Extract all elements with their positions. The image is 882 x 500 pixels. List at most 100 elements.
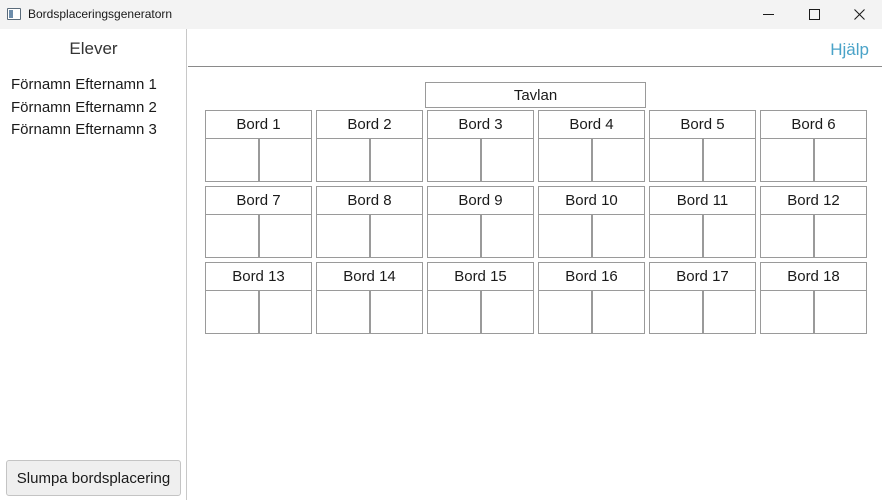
seat-slot[interactable] [368,215,423,257]
desk-seats [761,215,866,257]
maximize-icon [808,9,820,20]
seat-slot[interactable] [701,215,756,257]
desk-grid: Bord 1 Bord 2 Bord 3 Bord 4 Bord 5 Bord 6 Bord… [205,110,867,334]
close-icon [853,9,865,20]
desk-label: Bord 7 [206,187,311,215]
minimize-icon [762,14,774,15]
maximize-button[interactable] [791,0,837,29]
desk: Bord 1 [205,110,312,182]
seat-slot[interactable] [206,215,258,257]
seat-slot[interactable] [650,215,702,257]
desk: Bord 17 [649,262,756,334]
desk-label: Bord 18 [761,263,866,291]
minimize-button[interactable] [745,0,791,29]
desk-label: Bord 1 [206,111,311,139]
desk-seats [650,215,755,257]
desk: Bord 10 [538,186,645,258]
desk-label: Bord 6 [761,111,866,139]
window-title: Bordsplaceringsgeneratorn [28,7,173,21]
desk: Bord 14 [316,262,423,334]
seat-slot[interactable] [428,291,480,333]
desk-label: Bord 14 [317,263,422,291]
desk-label: Bord 12 [761,187,866,215]
desk-seats [317,291,422,333]
seat-slot[interactable] [812,291,867,333]
seat-slot[interactable] [539,215,591,257]
seat-slot[interactable] [650,291,702,333]
desk: Bord 15 [427,262,534,334]
seat-slot[interactable] [428,139,480,181]
desk-seats [650,139,755,181]
desk-label: Bord 13 [206,263,311,291]
list-item[interactable]: Förnamn Efternamn 3 [11,119,157,142]
seat-slot[interactable] [761,215,813,257]
desk-seats [317,215,422,257]
desk: Bord 18 [760,262,867,334]
app-window-icon [7,8,21,20]
desk-label: Bord 17 [650,263,755,291]
seat-slot[interactable] [701,291,756,333]
seat-slot[interactable] [812,139,867,181]
desk: Bord 8 [316,186,423,258]
desk-seats [761,139,866,181]
seat-slot[interactable] [761,291,813,333]
sidebar-title: Elever [69,39,118,58]
desk-seats [539,215,644,257]
desk-seats [539,139,644,181]
desk-seats [317,139,422,181]
seat-slot[interactable] [206,291,258,333]
seat-slot[interactable] [590,139,645,181]
seat-slot[interactable] [479,215,534,257]
seat-slot[interactable] [812,215,867,257]
desk: Bord 16 [538,262,645,334]
desk: Bord 5 [649,110,756,182]
desk-label: Bord 2 [317,111,422,139]
seat-slot[interactable] [701,139,756,181]
desk-label: Bord 8 [317,187,422,215]
seat-slot[interactable] [317,291,369,333]
seat-slot[interactable] [650,139,702,181]
desk-label: Bord 5 [650,111,755,139]
seat-slot[interactable] [428,215,480,257]
seat-slot[interactable] [761,139,813,181]
shuffle-seating-button[interactable]: Slumpa bordsplacering [6,460,181,496]
desk-label: Bord 3 [428,111,533,139]
desk-seats [761,291,866,333]
desk: Bord 12 [760,186,867,258]
top-bar: Hjälp [188,29,882,67]
seat-slot[interactable] [206,139,258,181]
desk-label: Bord 9 [428,187,533,215]
desk-label: Bord 10 [539,187,644,215]
seat-slot[interactable] [317,139,369,181]
title-bar: Bordsplaceringsgeneratorn [0,0,882,29]
seat-slot[interactable] [539,139,591,181]
seat-slot[interactable] [539,291,591,333]
seat-slot[interactable] [590,291,645,333]
seat-slot[interactable] [368,291,423,333]
desk-seats [428,139,533,181]
list-item[interactable]: Förnamn Efternamn 1 [11,74,157,97]
list-item[interactable]: Förnamn Efternamn 2 [11,97,157,120]
desk-seats [206,215,311,257]
seat-slot[interactable] [368,139,423,181]
seat-slot[interactable] [257,215,312,257]
seat-slot[interactable] [590,215,645,257]
seat-slot[interactable] [257,291,312,333]
desk-label: Bord 16 [539,263,644,291]
desk-seats [428,291,533,333]
seat-slot[interactable] [479,291,534,333]
desk: Bord 6 [760,110,867,182]
seat-slot[interactable] [257,139,312,181]
help-link[interactable]: Hjälp [830,40,869,60]
desk: Bord 11 [649,186,756,258]
student-list: Förnamn Efternamn 1 Förnamn Efternamn 2 … [11,74,157,142]
seat-slot[interactable] [479,139,534,181]
desk-seats [206,291,311,333]
seat-slot[interactable] [317,215,369,257]
desk-seats [650,291,755,333]
desk: Bord 2 [316,110,423,182]
desk-seats [428,215,533,257]
desk-seats [539,291,644,333]
close-button[interactable] [836,0,882,29]
desk: Bord 9 [427,186,534,258]
